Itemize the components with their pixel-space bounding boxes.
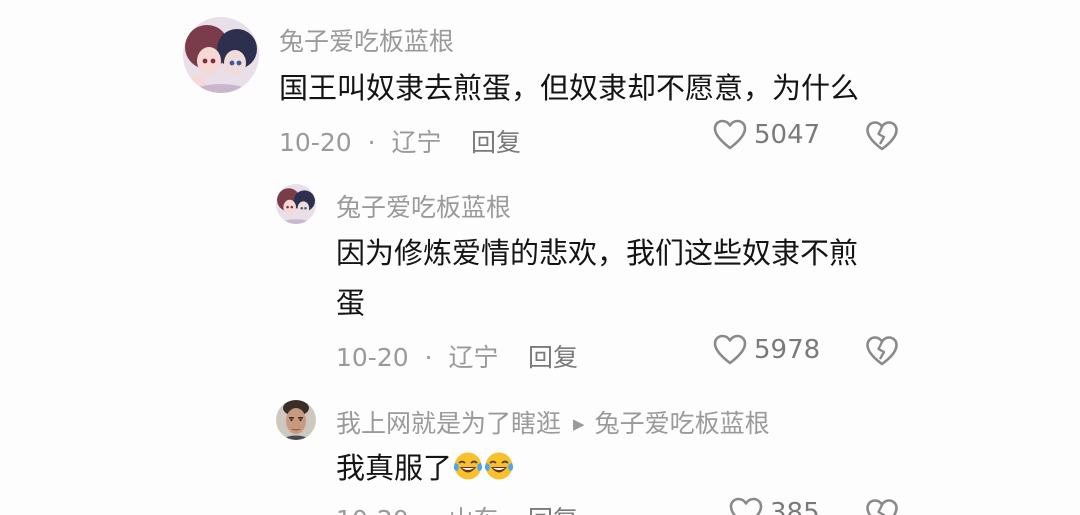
dislike-button[interactable] [865, 120, 899, 152]
reply-username[interactable]: 兔子爱吃板蓝根 [336, 188, 511, 224]
reply-button[interactable]: 回复 [471, 123, 521, 159]
reply-text: 我真服了 [336, 441, 514, 495]
meta-separator: · [425, 505, 433, 515]
heart-icon [713, 334, 747, 365]
avatar[interactable] [276, 400, 316, 440]
like-button[interactable]: 5978 [712, 334, 820, 366]
like-count: 5047 [754, 120, 821, 150]
reply-text-content: 我真服了 [336, 451, 453, 485]
reply-to-arrow-icon: ▶ [573, 415, 585, 433]
man-photo-avatar-image [276, 400, 316, 440]
meta-separator: · [367, 128, 376, 157]
reply-username-line: 我上网就是为了瞎逛 ▶ 兔子爱吃板蓝根 [336, 404, 770, 440]
reply-username[interactable]: 我上网就是为了瞎逛 [336, 409, 561, 438]
reply-to-username[interactable]: 兔子爱吃板蓝根 [595, 409, 770, 438]
dislike-button[interactable] [865, 498, 899, 515]
avatar[interactable] [183, 17, 259, 93]
comment-text: 国王叫奴隶去煎蛋，但奴隶却不愿意，为什么 [279, 71, 860, 105]
like-button[interactable]: 5047 [712, 119, 820, 151]
comment-username[interactable]: 兔子爱吃板蓝根 [279, 22, 454, 58]
anime-avatar-image [276, 184, 316, 224]
comment-date: 10-20 [279, 128, 352, 157]
avatar[interactable] [276, 184, 316, 224]
heart-icon [729, 497, 763, 515]
broken-heart-icon [866, 121, 898, 151]
reply-date: 10-20 [336, 343, 409, 372]
reply-location: 山东 [449, 505, 499, 515]
reply-meta: 10-20 · 山东 [336, 500, 499, 515]
reply-button[interactable]: 回复 [528, 500, 578, 515]
like-button[interactable]: 385 [728, 497, 820, 515]
dislike-button[interactable] [865, 335, 899, 367]
meta-separator: · [424, 343, 433, 372]
reply-text-line-2: 蛋 [336, 286, 366, 320]
crying-laughing-emoji-icon [453, 452, 483, 480]
anime-avatar-image [183, 17, 259, 93]
broken-heart-icon [866, 336, 898, 366]
comment-location: 辽宁 [391, 128, 442, 157]
broken-heart-icon [866, 499, 898, 515]
like-count: 385 [770, 498, 820, 515]
like-count: 5978 [754, 335, 821, 365]
comment-meta: 10-20 · 辽宁 [279, 123, 442, 159]
crying-laughing-emoji-icon [484, 452, 514, 480]
reply-location: 辽宁 [448, 343, 499, 372]
heart-icon [713, 119, 747, 150]
reply-meta: 10-20 · 辽宁 [336, 338, 499, 374]
reply-date: 10-20 [336, 505, 409, 515]
reply-button[interactable]: 回复 [528, 338, 578, 374]
reply-text-line-1: 因为修炼爱情的悲欢，我们这些奴隶不煎 [336, 236, 859, 270]
